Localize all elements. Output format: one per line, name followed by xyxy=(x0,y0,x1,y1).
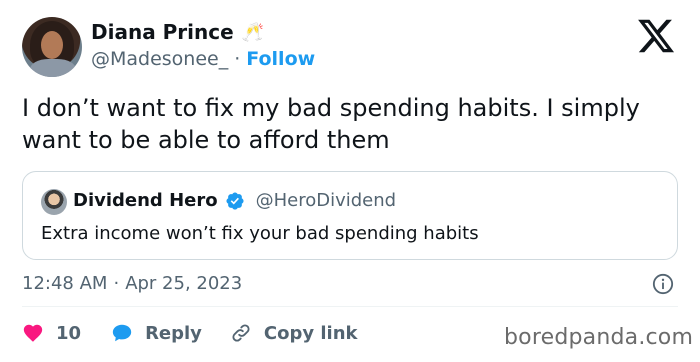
speech-bubble-icon xyxy=(112,324,132,342)
link-icon xyxy=(232,324,250,342)
author-display-name[interactable]: Diana Prince xyxy=(91,20,234,44)
quoted-author-name: Dividend Hero xyxy=(73,190,218,211)
reply-label: Reply xyxy=(145,322,202,344)
x-logo-icon[interactable] xyxy=(636,16,676,56)
champagne-cheers-icon: 🥂 xyxy=(241,21,265,43)
info-icon[interactable] xyxy=(652,273,674,295)
tweet-actions: 10 Reply Copy link xyxy=(22,322,388,344)
verified-badge-icon xyxy=(226,191,244,210)
tweet-time: 12:48 AM xyxy=(22,273,108,294)
timestamp-separator: · xyxy=(113,273,120,294)
quoted-author-handle: @HeroDividend xyxy=(255,190,397,211)
quoted-author-avatar xyxy=(41,189,67,215)
reply-button[interactable]: Reply xyxy=(111,322,202,344)
quoted-tweet-header: Dividend Hero @HeroDividend xyxy=(73,190,396,211)
author-handle-row: @Madesonee_ · Follow xyxy=(91,48,315,70)
avatar-body xyxy=(30,59,76,77)
copy-link-label: Copy link xyxy=(263,322,358,344)
author-handle[interactable]: @Madesonee_ xyxy=(91,48,228,70)
tweet-text: I don’t want to fix my bad spending habi… xyxy=(22,94,640,154)
tweet-timestamp[interactable]: 12:48 AM · Apr 25, 2023 xyxy=(22,273,242,294)
copy-link-button[interactable]: Copy link xyxy=(230,322,358,344)
avatar-face xyxy=(41,31,63,59)
follow-button[interactable]: Follow xyxy=(246,48,315,70)
handle-separator: · xyxy=(234,48,241,70)
quoted-tweet-card[interactable]: Dividend Hero @HeroDividend Extra income… xyxy=(22,171,678,260)
actions-divider xyxy=(22,306,678,307)
quoted-tweet-text: Extra income won’t fix your bad spending… xyxy=(41,223,479,244)
author-name-row: Diana Prince 🥂 xyxy=(91,20,264,44)
heart-icon xyxy=(23,324,43,342)
like-count: 10 xyxy=(56,322,82,344)
like-button[interactable]: 10 xyxy=(22,322,81,344)
boredpanda-watermark: boredpanda.com xyxy=(504,325,694,350)
tweet-date: Apr 25, 2023 xyxy=(125,273,243,294)
author-avatar[interactable] xyxy=(22,17,82,77)
